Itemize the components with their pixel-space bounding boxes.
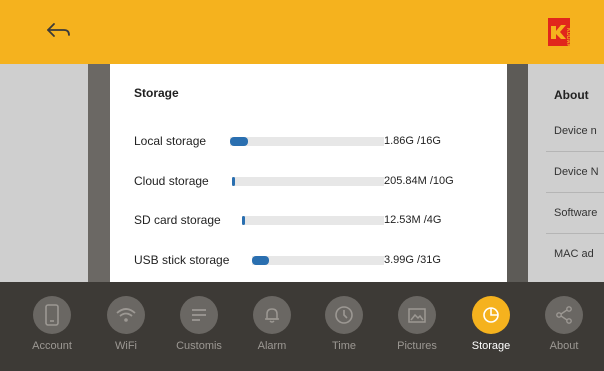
usb-stick-storage-label: USB stick storage (134, 253, 230, 267)
sd-card-storage-value: 12.53M /4G (384, 214, 442, 226)
logo-text: KODAK (565, 28, 571, 48)
nav-label: Customis (176, 340, 222, 352)
pie-chart-icon (472, 296, 510, 334)
share-icon (545, 296, 583, 334)
nav-item-pictures[interactable]: Pictures (377, 296, 457, 352)
local-storage-bar (230, 137, 384, 146)
clock-icon (325, 296, 363, 334)
cloud-storage-value: 205.84M /10G (384, 175, 454, 187)
about-item-device-number[interactable]: Device N (554, 166, 599, 178)
nav-label: Alarm (257, 340, 287, 352)
nav-item-account[interactable]: Account (12, 296, 92, 352)
kodak-logo-icon: KODAK (548, 18, 571, 48)
nav-item-time[interactable]: Time (304, 296, 384, 352)
sd-card-storage-bar-fill (242, 216, 245, 225)
divider (546, 192, 604, 193)
nav-label: About (549, 340, 579, 352)
sd-card-storage-label: SD card storage (134, 213, 221, 227)
divider (546, 151, 604, 152)
header-bar: KODAK (0, 0, 604, 64)
storage-dialog: Storage Local storage 1.86G /16G Cloud s… (110, 64, 507, 286)
phone-icon (33, 296, 71, 334)
nav-item-customise[interactable]: Customis (159, 296, 239, 352)
local-storage-bar-fill (230, 137, 248, 146)
about-item-software[interactable]: Software (554, 207, 597, 219)
dialog-title: Storage (134, 86, 179, 100)
nav-label: Time (331, 340, 357, 352)
local-storage-value: 1.86G /16G (384, 135, 441, 147)
nav-label: Storage (471, 340, 511, 352)
nav-item-about[interactable]: About (524, 296, 604, 352)
about-item-mac-address[interactable]: MAC ad (554, 248, 594, 260)
nav-label: WiFi (115, 340, 137, 352)
nav-item-storage[interactable]: Storage (451, 296, 531, 352)
divider (546, 233, 604, 234)
nav-label: Pictures (397, 340, 437, 352)
local-storage-label: Local storage (134, 134, 207, 148)
cloud-storage-bar-fill (232, 177, 235, 186)
customize-icon (180, 296, 218, 334)
sd-card-storage-bar (242, 216, 384, 225)
cloud-storage-label: Cloud storage (134, 174, 209, 188)
pictures-icon (398, 296, 436, 334)
about-panel-title: About (554, 88, 589, 102)
usb-stick-storage-bar-fill (252, 256, 269, 265)
nav-item-wifi[interactable]: WiFi (86, 296, 166, 352)
usb-stick-storage-bar (252, 256, 384, 265)
bottom-nav: Account WiFi Customis Alarm Time Picture… (0, 282, 604, 371)
divider-strip (88, 64, 110, 282)
usb-stick-storage-value: 3.99G /31G (384, 254, 441, 266)
wifi-icon (107, 296, 145, 334)
about-panel: About Device n Device N Software MAC ad (528, 64, 604, 282)
nav-item-alarm[interactable]: Alarm (232, 296, 312, 352)
back-arrow-icon[interactable] (44, 19, 72, 43)
bell-icon (253, 296, 291, 334)
about-item-device-name[interactable]: Device n (554, 125, 597, 137)
cloud-storage-bar (232, 177, 384, 186)
left-background-panel (0, 64, 88, 282)
nav-label: Account (32, 340, 72, 352)
